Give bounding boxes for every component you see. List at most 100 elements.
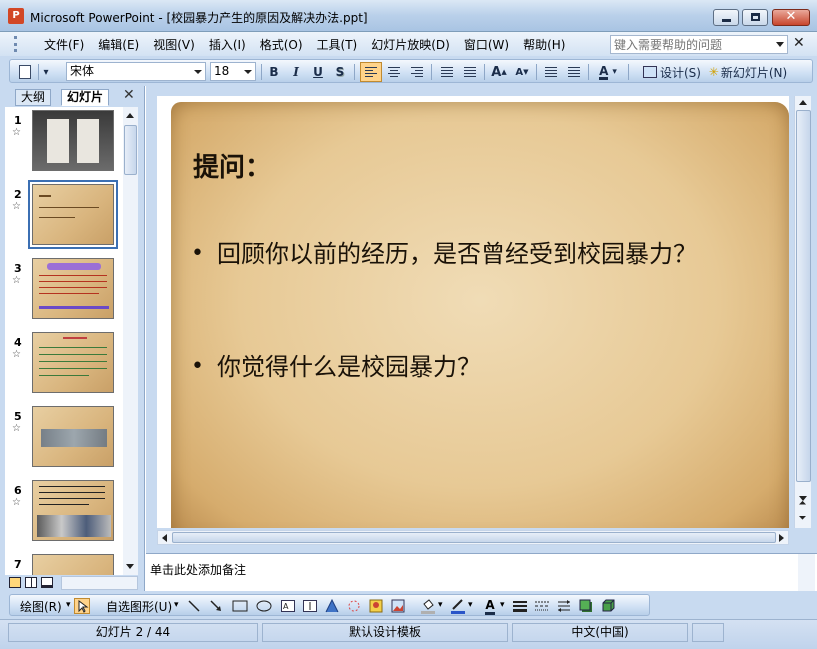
font-size-select[interactable]: 18: [210, 62, 256, 81]
chevron-down-icon[interactable]: [244, 70, 252, 74]
slide-thumbnail-1[interactable]: 1 ☆: [5, 107, 123, 177]
editor-horizontal-scrollbar[interactable]: [157, 530, 789, 545]
scrollbar-thumb[interactable]: [172, 532, 776, 543]
toolbar-options-icon[interactable]: ▾: [42, 62, 50, 82]
scroll-left-icon[interactable]: [162, 534, 167, 542]
close-pane-icon[interactable]: ✕: [123, 87, 135, 103]
menu-insert[interactable]: 插入(I): [209, 36, 246, 53]
help-search-input[interactable]: [611, 36, 771, 53]
chevron-down-icon[interactable]: [776, 42, 784, 47]
chevron-down-icon[interactable]: [194, 70, 202, 74]
scrollbar-thumb[interactable]: [124, 125, 137, 175]
menu-format[interactable]: 格式(O): [260, 36, 303, 53]
font-color-button[interactable]: A ▾: [592, 62, 624, 82]
rectangle-icon[interactable]: [232, 598, 248, 614]
scroll-right-icon[interactable]: [779, 534, 784, 542]
menu-tools[interactable]: 工具(T): [317, 36, 358, 53]
increase-font-size-button[interactable]: A ▲: [489, 62, 509, 82]
bold-button[interactable]: B: [265, 62, 283, 82]
bullets-button[interactable]: [460, 62, 480, 82]
diagram-icon[interactable]: [346, 598, 362, 614]
decrease-indent-button[interactable]: [541, 62, 561, 82]
current-slide[interactable]: 提问： • 回顾你以前的经历，是否曾经受到校园暴力？ • 你觉得什么是校园暴力？: [171, 102, 789, 528]
wordart-icon[interactable]: [324, 598, 340, 614]
normal-view-icon[interactable]: [9, 577, 21, 588]
numbering-button[interactable]: [437, 62, 457, 82]
slide-thumbnail-image[interactable]: [32, 406, 114, 467]
tab-slides[interactable]: 幻灯片: [61, 89, 110, 106]
status-language[interactable]: 中文(中国): [512, 623, 688, 642]
fill-color-icon[interactable]: [420, 598, 436, 614]
slide-thumbnail-4[interactable]: 4 ☆: [5, 329, 123, 399]
powerpoint-app-icon[interactable]: P: [8, 8, 24, 24]
close-document-button[interactable]: ✕: [793, 35, 805, 51]
slideshow-view-icon[interactable]: [41, 577, 53, 588]
new-slide-button[interactable]: ✳ 新幻灯片(N): [698, 62, 798, 82]
slide-thumbnail-2[interactable]: 2 ☆: [5, 180, 123, 251]
textbox-icon[interactable]: A: [280, 598, 296, 614]
line-style-icon[interactable]: [512, 598, 528, 614]
new-document-icon[interactable]: [16, 62, 34, 82]
increase-indent-button[interactable]: [564, 62, 584, 82]
pane-horizontal-scrollbar[interactable]: [61, 576, 138, 590]
editor-vertical-scrollbar[interactable]: [794, 96, 811, 528]
slide-sorter-view-icon[interactable]: [25, 577, 37, 588]
chevron-down-icon[interactable]: ▾: [438, 600, 443, 610]
align-left-button[interactable]: [360, 62, 382, 82]
slide-thumbnail-image[interactable]: [32, 258, 114, 319]
picture-icon[interactable]: [390, 598, 406, 614]
tab-outline[interactable]: 大纲: [15, 89, 52, 106]
chevron-down-icon[interactable]: ▾: [500, 600, 505, 610]
autoshapes-menu-button[interactable]: 自选图形(U): [106, 598, 172, 615]
menu-slideshow[interactable]: 幻灯片放映(D): [371, 36, 450, 53]
slide-thumbnail-image[interactable]: [32, 332, 114, 393]
menu-window[interactable]: 窗口(W): [464, 36, 509, 53]
select-objects-icon[interactable]: [74, 598, 90, 614]
underline-button[interactable]: U: [309, 62, 327, 82]
slide-thumbnail-image[interactable]: [32, 110, 114, 171]
align-center-button[interactable]: [384, 62, 404, 82]
shadow-button[interactable]: S: [331, 62, 349, 82]
maximize-button[interactable]: [742, 9, 768, 26]
chevron-down-icon[interactable]: ▾: [174, 600, 179, 610]
decrease-font-size-button[interactable]: A ▼: [512, 62, 532, 82]
close-window-button[interactable]: ✕: [772, 9, 810, 26]
minimize-button[interactable]: [713, 9, 739, 26]
chevron-down-icon[interactable]: ▾: [468, 600, 473, 610]
clipart-icon[interactable]: [368, 598, 384, 614]
italic-button[interactable]: I: [287, 62, 305, 82]
notes-pane[interactable]: 单击此处添加备注: [146, 553, 817, 592]
draw-menu-button[interactable]: 绘图(R): [20, 598, 62, 615]
next-slide-button[interactable]: ⏷: [794, 513, 811, 527]
slide-thumbnail-image[interactable]: [32, 554, 114, 575]
previous-slide-button[interactable]: ⏶: [794, 498, 811, 512]
oval-icon[interactable]: [256, 598, 272, 614]
scroll-down-icon[interactable]: [126, 564, 134, 569]
scroll-up-icon[interactable]: [126, 113, 134, 118]
status-design-template[interactable]: 默认设计模板: [262, 623, 508, 642]
notes-scrollbar[interactable]: [798, 554, 815, 592]
menu-help[interactable]: 帮助(H): [523, 36, 565, 53]
menu-file[interactable]: 文件(F): [44, 36, 84, 53]
thumbnail-scrollbar[interactable]: [123, 107, 138, 575]
3d-style-icon[interactable]: [600, 598, 616, 614]
scrollbar-thumb[interactable]: [796, 110, 811, 482]
slide-thumbnail-image[interactable]: [32, 480, 114, 541]
menu-view[interactable]: 视图(V): [153, 36, 195, 53]
chevron-down-icon[interactable]: ▾: [66, 600, 71, 610]
slide-thumbnail-7[interactable]: 7: [5, 551, 123, 575]
notes-placeholder[interactable]: 单击此处添加备注: [150, 561, 246, 578]
arrow-style-icon[interactable]: [556, 598, 572, 614]
arrow-icon[interactable]: [208, 598, 224, 614]
help-search-box[interactable]: [610, 35, 788, 54]
slide-thumbnail-5[interactable]: 5 ☆: [5, 403, 123, 473]
shadow-style-icon[interactable]: [578, 598, 594, 614]
scroll-up-icon[interactable]: [799, 100, 807, 105]
menu-grip-handle[interactable]: [14, 36, 17, 52]
font-name-select[interactable]: 宋体: [66, 62, 206, 81]
menu-edit[interactable]: 编辑(E): [98, 36, 139, 53]
font-color-icon[interactable]: A: [482, 598, 498, 615]
dash-style-icon[interactable]: [534, 598, 550, 614]
slide-title[interactable]: 提问：: [193, 147, 271, 184]
vertical-textbox-icon[interactable]: [302, 598, 318, 614]
